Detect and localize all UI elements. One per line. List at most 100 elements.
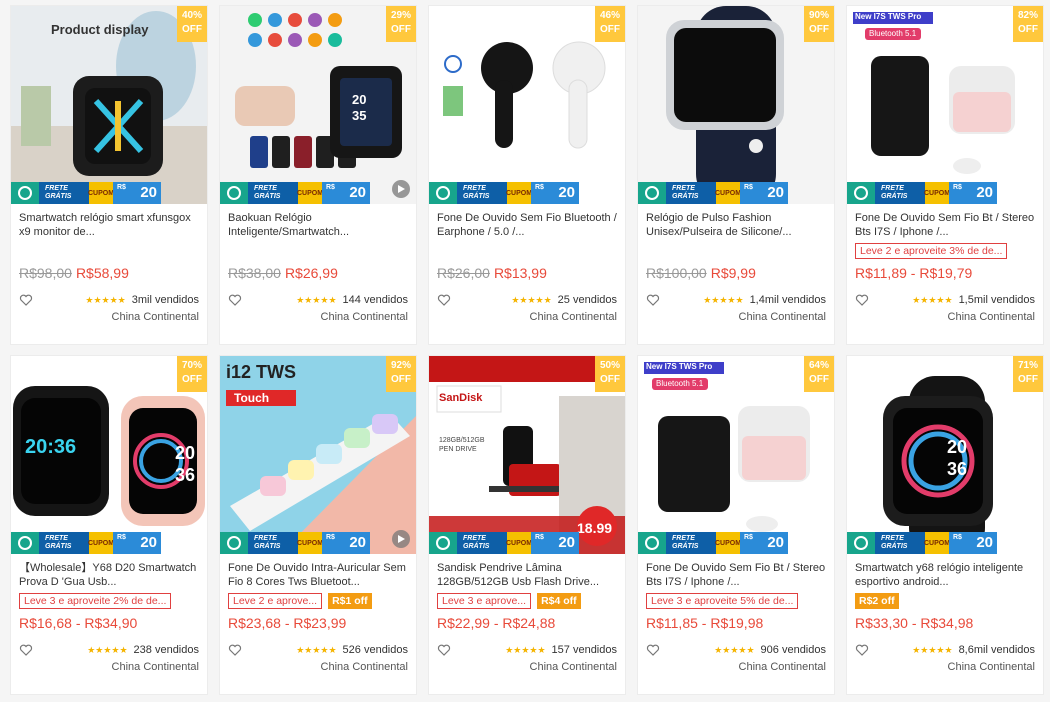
product-image[interactable]: New I7S TWS Pro Bluetooth 5.1 64% OFF FRE… bbox=[638, 356, 834, 554]
current-price: R$11,85 - R$19,98 bbox=[646, 615, 764, 631]
sold-count: 526 vendidos bbox=[342, 644, 408, 656]
heart-icon[interactable] bbox=[646, 293, 660, 307]
heart-icon[interactable] bbox=[228, 293, 242, 307]
heart-icon[interactable] bbox=[19, 643, 33, 657]
play-video-icon[interactable] bbox=[392, 180, 410, 198]
sold-count: 1,4mil vendidos bbox=[749, 294, 826, 306]
product-card[interactable]: SanDisk 128GB/512GB PEN DRIVE 18.99 50% O… bbox=[428, 355, 626, 695]
product-title[interactable]: Sandisk Pendrive Lâmina 128GB/512GB Usb … bbox=[437, 561, 617, 589]
sold-count: 906 vendidos bbox=[760, 644, 826, 656]
meta-row: ★★★★★ 1,4mil vendidos bbox=[646, 293, 826, 307]
product-title[interactable]: Fone De Ouvido Sem Fio Bt / Stereo Bts I… bbox=[646, 561, 826, 589]
product-card[interactable]: i12 TWS Touch 92% OFF FRETE GRÁTIS CUPOM R… bbox=[219, 355, 417, 695]
rating-stars: ★★★★★ bbox=[296, 644, 337, 655]
old-price: R$26,00 bbox=[437, 265, 490, 281]
discount-badge: 92% OFF bbox=[386, 356, 416, 392]
meta-row: ★★★★★ 8,6mil vendidos bbox=[855, 643, 1035, 657]
product-image[interactable]: Product display 40% OFF FRETE GRÁTIS CUPOM… bbox=[11, 6, 207, 204]
product-image[interactable]: 20 35 29% OFF FRETE GRÁTIS CUPOM R$ 20 bbox=[220, 6, 416, 204]
shop-logo-icon bbox=[429, 532, 457, 554]
rating-stars: ★★★★★ bbox=[505, 644, 546, 655]
heart-icon[interactable] bbox=[228, 643, 242, 657]
image-caption: Product display bbox=[51, 22, 149, 37]
current-price: R$9,99 bbox=[710, 265, 756, 281]
discount-coupon-badge[interactable]: R$4 off bbox=[537, 593, 581, 609]
product-image[interactable]: New I7S TWS Pro Bluetooth 5.1 82% OFF FRE… bbox=[847, 6, 1043, 204]
product-title[interactable]: Fone De Ouvido Intra-Auricular Sem Fio 8… bbox=[228, 561, 408, 589]
meta-row: ★★★★★ 906 vendidos bbox=[646, 643, 826, 657]
product-image[interactable]: 20:36 20 36 70% OFF FRETE GRÁTIS CUPOM R$ 20 bbox=[11, 356, 207, 554]
product-title[interactable]: 【Wholesale】Y68 D20 Smartwatch Prova D 'G… bbox=[19, 561, 199, 589]
location: China Continental bbox=[320, 311, 408, 323]
rating-stars: ★★★★★ bbox=[912, 644, 953, 655]
promo-strip: FRETE GRÁTIS CUPOM R$ 20 bbox=[220, 182, 370, 204]
promo-row: Leve 2 e aproveite 3% de de... bbox=[855, 243, 1035, 259]
heart-icon[interactable] bbox=[437, 643, 451, 657]
shop-logo-icon bbox=[847, 532, 875, 554]
bundle-promo[interactable]: Leve 2 e aproveite 3% de de... bbox=[855, 243, 1008, 259]
price: R$100,00 R$9,99 bbox=[646, 265, 826, 283]
heart-icon[interactable] bbox=[437, 293, 451, 307]
watch-time: 20 35 bbox=[352, 92, 367, 123]
heart-icon[interactable] bbox=[646, 643, 660, 657]
product-card[interactable]: New I7S TWS Pro Bluetooth 5.1 64% OFF FRE… bbox=[637, 355, 835, 695]
product-card[interactable]: New I7S TWS Pro Bluetooth 5.1 82% OFF FRE… bbox=[846, 5, 1044, 345]
discount-badge: 71% OFF bbox=[1013, 356, 1043, 392]
product-card[interactable]: 20 36 71% OFF FRETE GRÁTIS CUPOM R$ 20 Smart… bbox=[846, 355, 1044, 695]
shop-logo-icon bbox=[220, 182, 248, 204]
heart-icon[interactable] bbox=[855, 293, 869, 307]
product-title[interactable]: Smartwatch relógio smart xfunsgox x9 mon… bbox=[19, 211, 199, 239]
location: China Continental bbox=[738, 661, 826, 673]
shop-logo-icon bbox=[847, 182, 875, 204]
current-price: R$16,68 - R$34,90 bbox=[19, 615, 138, 631]
image-caption-touch: Touch bbox=[234, 391, 270, 405]
product-title[interactable]: Fone De Ouvido Sem Fio Bluetooth / Earph… bbox=[437, 211, 617, 239]
meta-row: ★★★★★ 157 vendidos bbox=[437, 643, 617, 657]
promo-row bbox=[646, 243, 826, 259]
promo-strip: FRETE GRÁTIS CUPOM R$ 20 bbox=[11, 532, 161, 554]
product-image[interactable]: 46% OFF FRETE GRÁTIS CUPOM R$ 20 bbox=[429, 6, 625, 204]
product-card[interactable]: 46% OFF FRETE GRÁTIS CUPOM R$ 20 Fone De Ou… bbox=[428, 5, 626, 345]
product-title[interactable]: Relógio de Pulso Fashion Unisex/Pulseira… bbox=[646, 211, 826, 239]
meta-row: ★★★★★ 3mil vendidos bbox=[19, 293, 199, 307]
bundle-promo[interactable]: Leve 3 e aproveite 2% de de... bbox=[19, 593, 172, 609]
old-price: R$38,00 bbox=[228, 265, 281, 281]
discount-coupon-badge[interactable]: R$2 off bbox=[855, 593, 899, 609]
sold-count: 8,6mil vendidos bbox=[958, 644, 1035, 656]
product-card[interactable]: Product display 40% OFF FRETE GRÁTIS CUPOM… bbox=[10, 5, 208, 345]
location: China Continental bbox=[111, 661, 199, 673]
location: China Continental bbox=[947, 661, 1035, 673]
bundle-promo[interactable]: Leve 2 e aprove... bbox=[228, 593, 323, 609]
product-title[interactable]: Fone De Ouvido Sem Fio Bt / Stereo Bts I… bbox=[855, 211, 1035, 239]
bundle-promo[interactable]: Leve 3 e aprove... bbox=[437, 593, 532, 609]
price: R$98,00 R$58,99 bbox=[19, 265, 199, 283]
product-image[interactable]: i12 TWS Touch 92% OFF FRETE GRÁTIS CUPOM R… bbox=[220, 356, 416, 554]
price: R$26,00 R$13,99 bbox=[437, 265, 617, 283]
product-card[interactable]: 20 35 29% OFF FRETE GRÁTIS CUPOM R$ 20 Baoku… bbox=[219, 5, 417, 345]
price: R$33,30 - R$34,98 bbox=[855, 615, 1035, 633]
product-image[interactable]: 90% OFF FRETE GRÁTIS CUPOM R$ 20 bbox=[638, 6, 834, 204]
image-caption: SanDisk bbox=[439, 392, 483, 404]
pendrive-caption: 128GB/512GB PEN DRIVE bbox=[439, 437, 485, 453]
current-price: R$22,99 - R$24,88 bbox=[437, 615, 556, 631]
price: R$16,68 - R$34,90 bbox=[19, 615, 199, 633]
discount-coupon-badge[interactable]: R$1 off bbox=[328, 593, 372, 609]
image-caption: New I7S TWS Pro bbox=[855, 12, 922, 21]
product-image[interactable]: 20 36 71% OFF FRETE GRÁTIS CUPOM R$ 20 bbox=[847, 356, 1043, 554]
promo-row: Leve 3 e aprove... R$4 off bbox=[437, 593, 617, 609]
play-video-icon[interactable] bbox=[392, 530, 410, 548]
heart-icon[interactable] bbox=[855, 643, 869, 657]
heart-icon[interactable] bbox=[19, 293, 33, 307]
product-title[interactable]: Smartwatch y68 relógio inteligente espor… bbox=[855, 561, 1035, 589]
product-card[interactable]: 90% OFF FRETE GRÁTIS CUPOM R$ 20 Relógio de… bbox=[637, 5, 835, 345]
rating-stars: ★★★★★ bbox=[87, 644, 128, 655]
bundle-promo[interactable]: Leve 3 e aproveite 5% de de... bbox=[646, 593, 799, 609]
product-card[interactable]: 20:36 20 36 70% OFF FRETE GRÁTIS CUPOM R$ 20… bbox=[10, 355, 208, 695]
promo-strip: FRETE GRÁTIS CUPOM R$ 20 bbox=[638, 532, 788, 554]
product-image[interactable]: SanDisk 128GB/512GB PEN DRIVE 18.99 50% O… bbox=[429, 356, 625, 554]
meta-row: ★★★★★ 526 vendidos bbox=[228, 643, 408, 657]
rating-stars: ★★★★★ bbox=[703, 294, 744, 305]
image-caption-bt: Bluetooth 5.1 bbox=[656, 379, 704, 388]
product-title[interactable]: Baokuan Relógio Inteligente/Smartwatch..… bbox=[228, 211, 408, 239]
discount-badge: 82% OFF bbox=[1013, 6, 1043, 42]
